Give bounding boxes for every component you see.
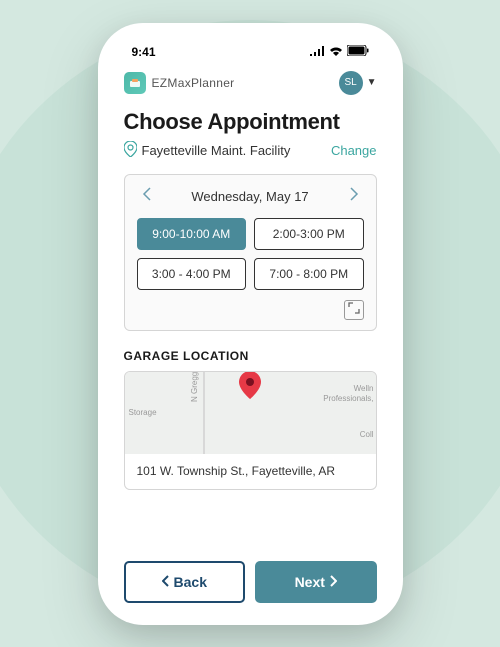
app-name: EZMaxPlanner	[152, 76, 235, 90]
date-label: Wednesday, May 17	[191, 189, 308, 204]
time-slot[interactable]: 9:00-10:00 AM	[137, 218, 247, 250]
map[interactable]: N Gregg Ave Storage Welln Professionals,…	[125, 372, 376, 454]
app-header: EZMaxPlanner SL ▼	[124, 71, 377, 95]
map-card: N Gregg Ave Storage Welln Professionals,…	[124, 371, 377, 491]
pin-icon	[124, 141, 137, 160]
location-row: Fayetteville Maint. Facility Change	[124, 141, 377, 160]
map-label: Professionals,	[323, 394, 373, 403]
chevron-down-icon: ▼	[367, 77, 377, 88]
garage-section-label: GARAGE LOCATION	[124, 349, 377, 363]
signal-icon	[310, 45, 325, 59]
next-label: Next	[295, 574, 325, 590]
next-button[interactable]: Next	[255, 561, 377, 603]
wifi-icon	[329, 45, 343, 59]
chevron-right-icon	[329, 574, 337, 590]
time-slot[interactable]: 7:00 - 8:00 PM	[254, 258, 364, 290]
map-label: Welln	[354, 384, 374, 393]
location-name: Fayetteville Maint. Facility	[142, 143, 291, 158]
date-row: Wednesday, May 17	[125, 175, 376, 218]
time-slot[interactable]: 3:00 - 4:00 PM	[137, 258, 247, 290]
map-label: Coll	[360, 430, 374, 439]
chevron-left-icon	[162, 574, 170, 590]
expand-icon	[348, 302, 360, 317]
avatar: SL	[339, 71, 363, 95]
date-picker-card: Wednesday, May 17 9:00-10:00 AM 2:00-3:0…	[124, 174, 377, 331]
user-menu[interactable]: SL ▼	[339, 71, 377, 95]
phone-frame: 9:41 EZMaxPlanner	[98, 23, 403, 625]
change-location-link[interactable]: Change	[331, 143, 377, 158]
time-slots: 9:00-10:00 AM 2:00-3:00 PM 3:00 - 4:00 P…	[125, 218, 376, 290]
page-title: Choose Appointment	[124, 109, 377, 135]
status-time: 9:41	[132, 45, 156, 59]
back-label: Back	[174, 574, 207, 590]
map-pin-icon	[239, 372, 261, 405]
prev-date-button[interactable]	[137, 187, 157, 206]
screen: 9:41 EZMaxPlanner	[110, 35, 391, 613]
location-info: Fayetteville Maint. Facility	[124, 141, 291, 160]
next-date-button[interactable]	[344, 187, 364, 206]
battery-icon	[347, 45, 369, 59]
map-label: Storage	[129, 408, 157, 417]
app-logo-icon	[124, 72, 146, 94]
back-button[interactable]: Back	[124, 561, 246, 603]
status-bar: 9:41	[110, 35, 391, 63]
map-street-label: N Gregg Ave	[190, 372, 199, 402]
expand-button[interactable]	[344, 300, 364, 320]
footer-buttons: Back Next	[124, 561, 377, 603]
time-slot[interactable]: 2:00-3:00 PM	[254, 218, 364, 250]
app-brand: EZMaxPlanner	[124, 72, 235, 94]
status-icons	[310, 45, 369, 59]
garage-address: 101 W. Township St., Fayetteville, AR	[125, 454, 376, 490]
